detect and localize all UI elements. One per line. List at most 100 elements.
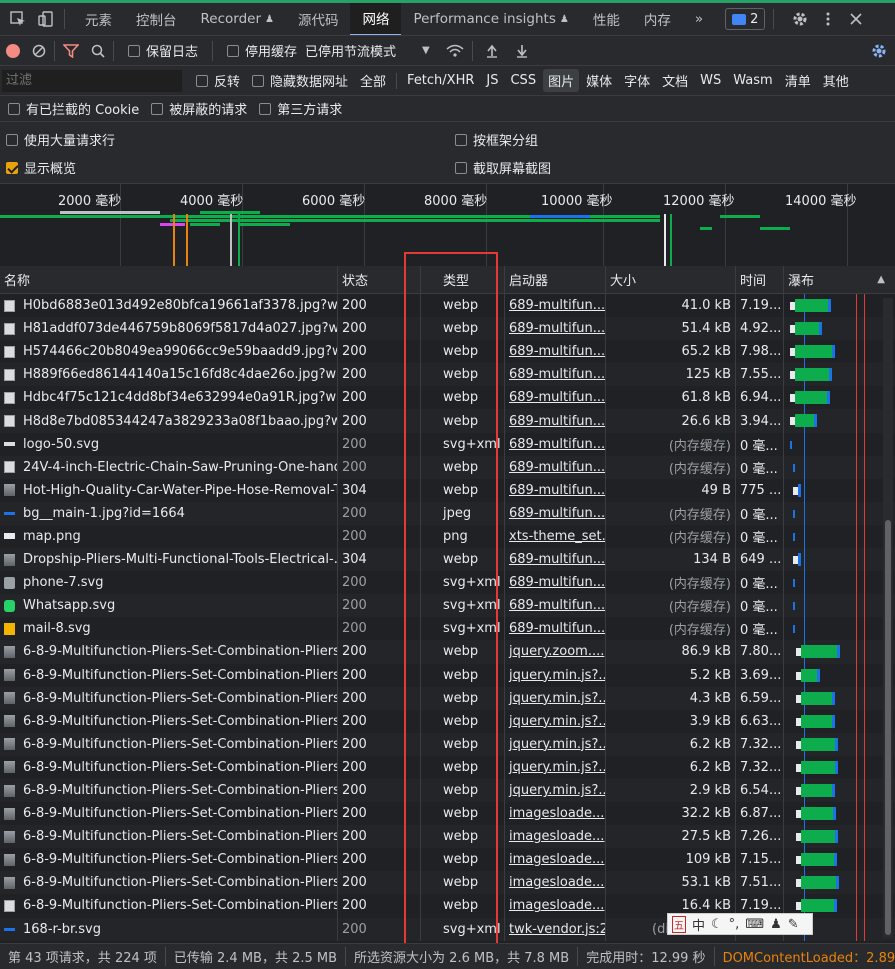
scrollbar-thumb[interactable] xyxy=(885,520,891,935)
cell-initiator[interactable]: imagesloade... xyxy=(505,871,606,895)
checkbox-box[interactable] xyxy=(8,102,20,115)
checkbox-box[interactable] xyxy=(6,133,18,146)
tab-7[interactable]: 内存 xyxy=(632,3,683,35)
cell-initiator[interactable]: twk-vendor.js:2 xyxy=(505,917,606,941)
cell-name[interactable]: 6-8-9-Multifunction-Pliers-Set-Combinati… xyxy=(0,686,338,710)
table-row[interactable]: H81addf073de446759b8069f5817d4a027.jpg?w… xyxy=(0,317,895,341)
cell-name[interactable]: phone-7.svg xyxy=(0,571,338,595)
cell-initiator[interactable]: jquery.min.js?... xyxy=(505,778,606,803)
cell-name[interactable]: 6-8-9-Multifunction-Pliers-Set-Combinati… xyxy=(0,732,338,756)
big-request-rows-checkbox[interactable]: 使用大量请求行 xyxy=(6,130,115,149)
filter-type-2[interactable]: JS xyxy=(481,71,503,90)
export-har-icon[interactable] xyxy=(515,44,529,58)
cell-initiator[interactable]: 689-multifun... xyxy=(505,478,606,502)
cell-name[interactable]: 24V-4-inch-Electric-Chain-Saw-Pruning-On… xyxy=(0,455,338,479)
cell-initiator[interactable]: jquery.min.js?... xyxy=(505,732,606,756)
table-row[interactable]: 6-8-9-Multifunction-Pliers-Set-Combinati… xyxy=(0,686,895,710)
ime-mode[interactable]: 中 xyxy=(692,915,705,934)
table-row[interactable]: 6-8-9-Multifunction-Pliers-Set-Combinati… xyxy=(0,871,895,895)
checkbox-box[interactable] xyxy=(196,74,208,87)
filter-type-0[interactable]: 全部 xyxy=(355,69,391,92)
tab-6[interactable]: 性能 xyxy=(581,3,632,35)
cell-name[interactable]: Hdbc4f75c121c4dd8bf34e632994e0a91R.jpg?w… xyxy=(0,386,338,410)
tab-5[interactable]: Performance insights ♟ xyxy=(401,3,580,35)
table-row[interactable]: Hot-High-Quality-Car-Water-Pipe-Hose-Rem… xyxy=(0,478,895,502)
cell-name[interactable]: 6-8-9-Multifunction-Pliers-Set-Combinati… xyxy=(0,663,338,687)
cell-name[interactable]: 6-8-9-Multifunction-Pliers-Set-Combinati… xyxy=(0,825,338,849)
table-row[interactable]: Hdbc4f75c121c4dd8bf34e632994e0a91R.jpg?w… xyxy=(0,386,895,410)
table-row[interactable]: H889f66ed86144140a15c16fd8c4dae26o.jpg?w… xyxy=(0,363,895,387)
table-row[interactable]: 24V-4-inch-Electric-Chain-Saw-Pruning-On… xyxy=(0,455,895,479)
filter-type-3[interactable]: CSS xyxy=(505,71,541,90)
checkbox-box[interactable] xyxy=(259,102,272,115)
cell-initiator[interactable]: 689-multifun... xyxy=(505,617,606,641)
cell-initiator[interactable]: jquery.min.js?... xyxy=(505,755,606,779)
inspect-element-icon[interactable] xyxy=(8,9,28,29)
more-tabs-button[interactable]: » xyxy=(683,3,715,35)
user-icon[interactable]: ♟ xyxy=(770,917,782,932)
filter-type-10[interactable]: 清单 xyxy=(780,69,816,92)
checkbox-box[interactable] xyxy=(151,102,164,115)
cell-name[interactable]: bg__main-1.jpg?id=1664 xyxy=(0,501,338,525)
preserve-log-checkbox[interactable]: 保留日志 xyxy=(128,41,198,60)
disable-cache-checkbox[interactable]: 停用缓存 xyxy=(227,41,297,60)
device-toolbar-icon[interactable] xyxy=(36,9,56,29)
table-row[interactable]: map.png 200 png xts-theme_set... (内存缓存) 0 毫..… xyxy=(0,524,895,549)
column-header-type[interactable]: 类型 xyxy=(421,266,505,293)
filter-icon[interactable] xyxy=(63,43,79,58)
table-row[interactable]: 6-8-9-Multifunction-Pliers-Set-Combinati… xyxy=(0,825,895,849)
cell-initiator[interactable]: 689-multifun... xyxy=(505,455,606,479)
cell-initiator[interactable]: jquery.min.js?... xyxy=(505,663,606,687)
checkbox-box[interactable] xyxy=(252,74,265,87)
cell-name[interactable]: 6-8-9-Multifunction-Pliers-Set-Combinati… xyxy=(0,848,338,872)
network-overview-timeline[interactable]: 2000 毫秒 4000 毫秒 6000 毫秒 8000 毫秒 10000 毫秒 1200… xyxy=(0,184,895,272)
table-row[interactable]: 6-8-9-Multifunction-Pliers-Set-Combinati… xyxy=(0,709,895,733)
search-icon[interactable] xyxy=(91,44,105,58)
table-row[interactable]: 6-8-9-Multifunction-Pliers-Set-Combinati… xyxy=(0,732,895,756)
tab-1[interactable]: 控制台 xyxy=(124,3,189,35)
group-by-frame-checkbox[interactable]: 按框架分组 xyxy=(455,130,538,149)
checkbox-box[interactable] xyxy=(455,133,467,146)
wrench-icon[interactable]: ✎ xyxy=(788,917,799,932)
checkbox-box[interactable] xyxy=(227,44,240,57)
table-row[interactable]: 6-8-9-Multifunction-Pliers-Set-Combinati… xyxy=(0,802,895,826)
throttling-select[interactable]: 已停用节流模式 ▼ xyxy=(305,41,430,60)
table-row[interactable]: 6-8-9-Multifunction-Pliers-Set-Combinati… xyxy=(0,755,895,779)
cell-name[interactable]: H81addf073de446759b8069f5817d4a027.jpg?w… xyxy=(0,317,338,341)
table-row[interactable]: 6-8-9-Multifunction-Pliers-Set-Combinati… xyxy=(0,778,895,803)
column-header-initiator[interactable]: 启动器 xyxy=(505,266,606,293)
cell-initiator[interactable]: 689-multifun... xyxy=(505,594,606,618)
cell-name[interactable]: mail-8.svg xyxy=(0,617,338,641)
cell-initiator[interactable]: 689-multifun... xyxy=(505,571,606,595)
cell-name[interactable]: Dropship-Pliers-Multi-Functional-Tools-E… xyxy=(0,548,338,572)
moon-icon[interactable]: ☾ xyxy=(711,917,723,932)
filter-type-6[interactable]: 字体 xyxy=(619,69,655,92)
cell-name[interactable]: 6-8-9-Multifunction-Pliers-Set-Combinati… xyxy=(0,802,338,826)
network-settings-icon[interactable] xyxy=(871,43,887,59)
column-header-status[interactable]: 状态 xyxy=(338,266,421,293)
table-row[interactable]: 6-8-9-Multifunction-Pliers-Set-Combinati… xyxy=(0,663,895,687)
cell-name[interactable]: H0bd6883e013d492e80bfca19661af3378.jpg?w… xyxy=(0,294,338,318)
cell-initiator[interactable]: 689-multifun... xyxy=(505,548,606,572)
network-conditions-icon[interactable] xyxy=(446,44,464,58)
filter-type-8[interactable]: WS xyxy=(695,71,726,90)
cell-initiator[interactable]: imagesloade... xyxy=(505,802,606,826)
issues-badge[interactable]: 2 xyxy=(725,8,766,30)
cell-name[interactable]: 6-8-9-Multifunction-Pliers-Set-Combinati… xyxy=(0,778,338,803)
filter-type-11[interactable]: 其他 xyxy=(818,69,854,92)
import-har-icon[interactable] xyxy=(485,44,499,58)
tab-0[interactable]: 元素 xyxy=(73,3,124,35)
cell-name[interactable]: H889f66ed86144140a15c16fd8c4dae26o.jpg?w… xyxy=(0,363,338,387)
column-header-name[interactable]: 名称 xyxy=(0,266,338,293)
table-row[interactable]: bg__main-1.jpg?id=1664 200 jpeg 689-multifu… xyxy=(0,501,895,525)
cell-name[interactable]: 6-8-9-Multifunction-Pliers-Set-Combinati… xyxy=(0,709,338,733)
filter-type-7[interactable]: 文档 xyxy=(657,69,693,92)
table-row[interactable]: mail-8.svg 200 svg+xml 689-multifun... (内存缓存… xyxy=(0,617,895,641)
filter-input[interactable] xyxy=(2,69,182,92)
checkbox-box[interactable] xyxy=(6,161,18,174)
show-overview-checkbox[interactable]: 显示概览 xyxy=(6,158,76,177)
cell-name[interactable]: map.png xyxy=(0,524,338,549)
ime-toolbar[interactable]: 五 中 ☾ °, ⌨ ♟ ✎ xyxy=(667,913,813,935)
more-options-icon[interactable] xyxy=(818,9,838,29)
table-row[interactable]: H574466c20b8049ea99066cc9e59baadd9.jpg?w… xyxy=(0,340,895,364)
